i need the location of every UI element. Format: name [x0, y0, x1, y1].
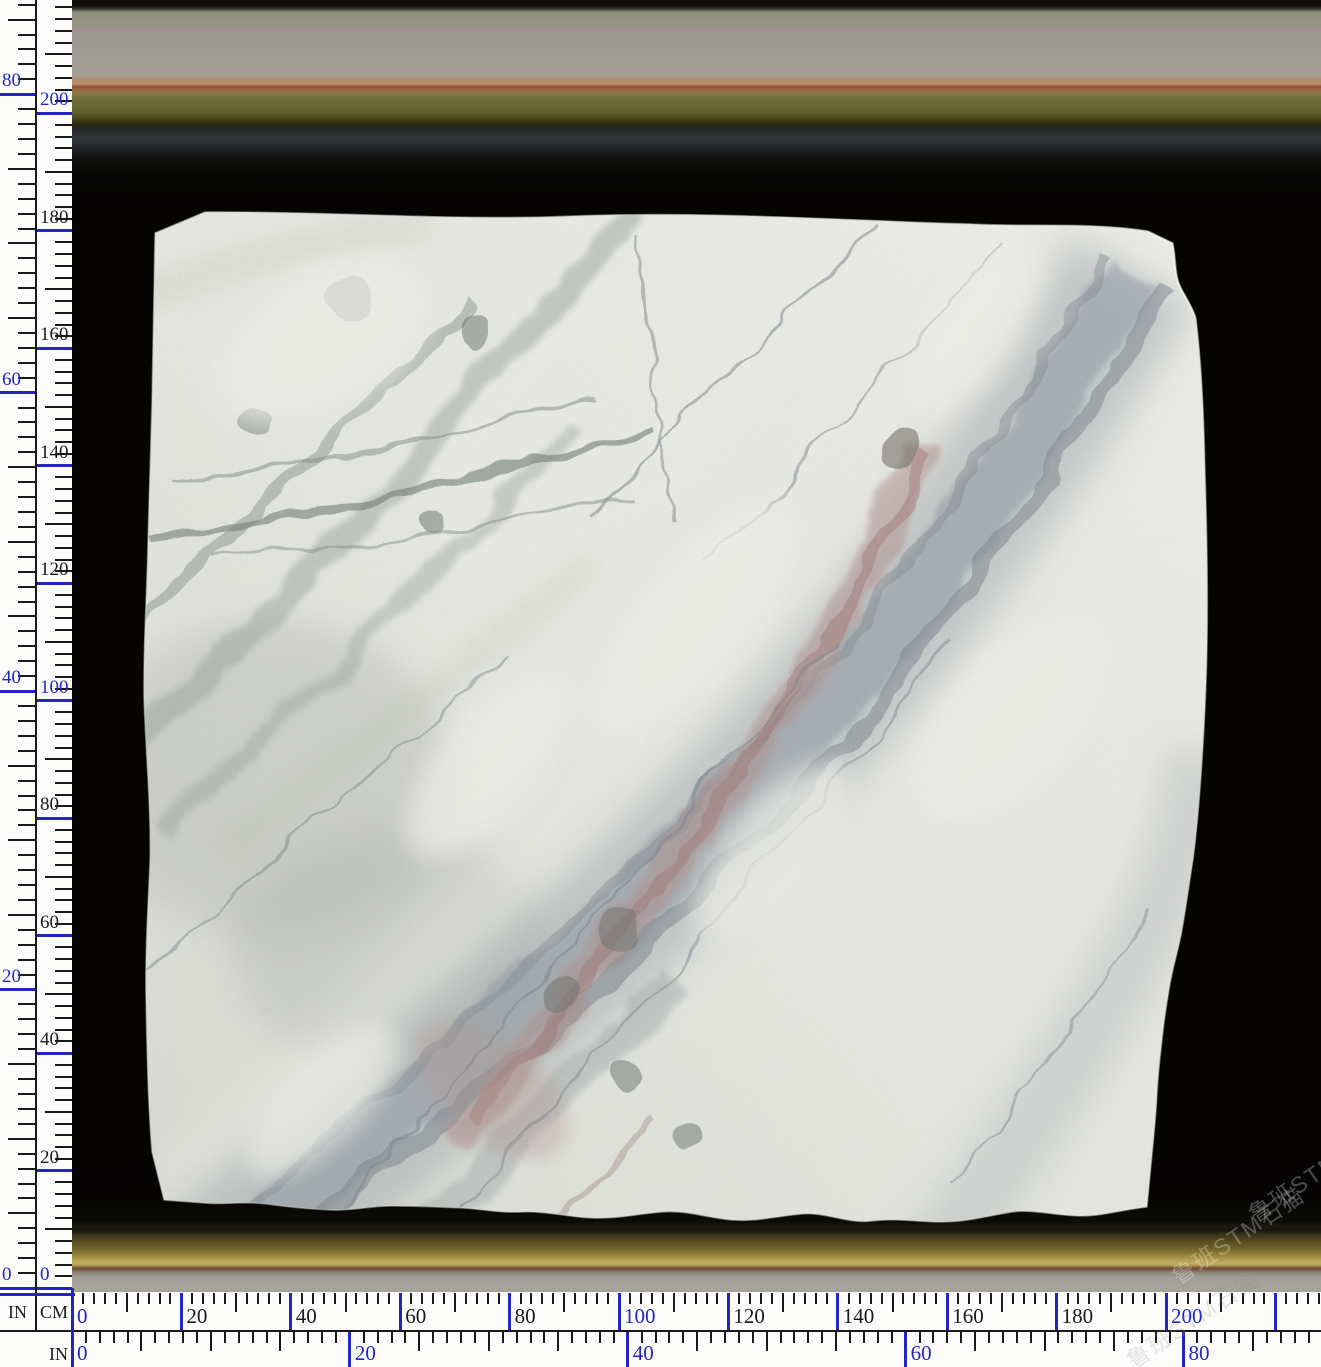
vertical-ruler-zero-line: [0, 1293, 75, 1296]
unit-label-in-bottom: IN: [37, 1344, 68, 1365]
unit-label-cm: CM: [37, 1302, 71, 1323]
slab-scanner-screen: 8060402002001801601401201008060402000204…: [0, 0, 1321, 1367]
unit-label-in: IN: [0, 1302, 35, 1323]
bottom-ruler-zero-line: [71, 1288, 74, 1367]
ruler-divider-horizontal: [0, 1330, 1321, 1332]
marble-slab-image: [72, 0, 1321, 1292]
ruler-divider-vertical: [35, 0, 37, 1332]
scan-photo-area: [72, 0, 1321, 1292]
